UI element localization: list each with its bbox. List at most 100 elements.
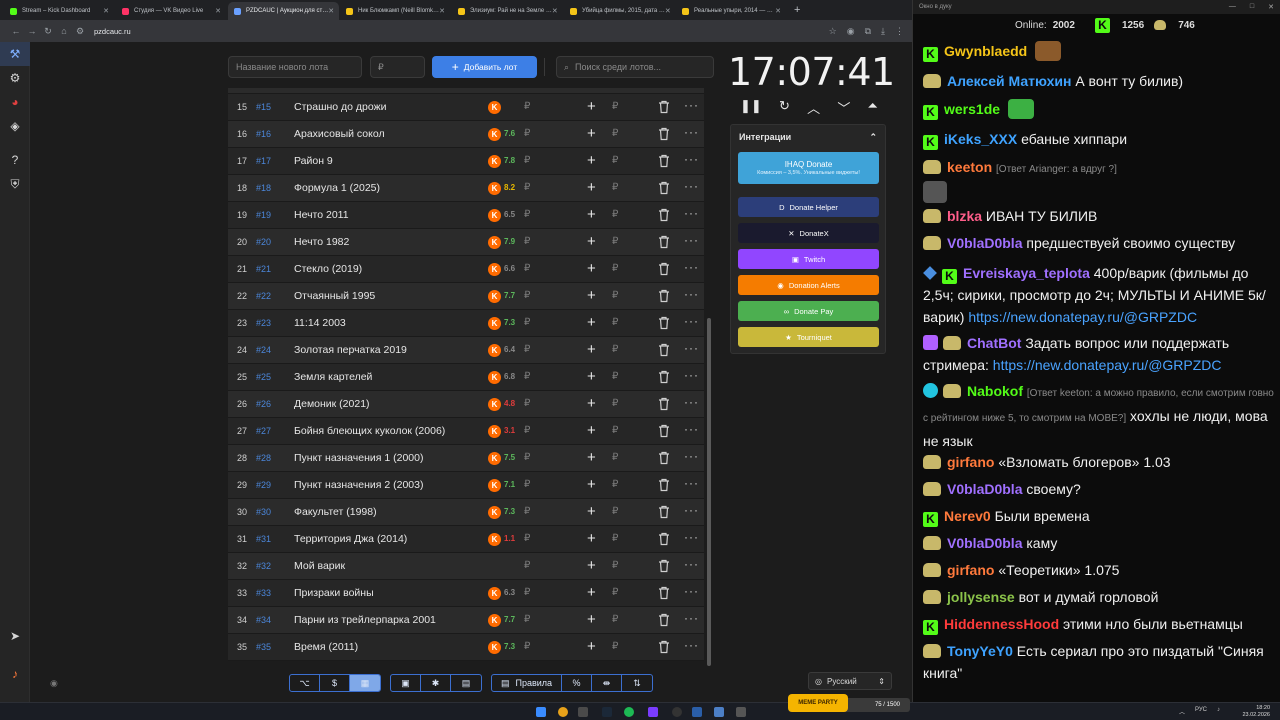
chat-username[interactable]: jollysense (947, 589, 1015, 605)
chart-wheel-icon[interactable]: ◕ (0, 90, 30, 114)
app3-icon[interactable] (714, 707, 724, 717)
more-options-icon[interactable]: ··· (684, 341, 699, 355)
telegram-icon[interactable]: ➤ (0, 624, 30, 648)
double-time-icon[interactable]: ⏶ (868, 98, 878, 117)
kinopoisk-icon[interactable]: K (488, 290, 501, 303)
kinopoisk-icon[interactable]: K (488, 182, 501, 195)
lot-id[interactable]: #33 (256, 588, 294, 598)
lot-row[interactable]: 19 #19 Нечто 2011 K 6.5 ₽ + ₽ ··· (228, 202, 704, 229)
add-amount-icon[interactable]: + (587, 125, 596, 142)
chat-username[interactable]: V0blaD0bla (947, 481, 1022, 497)
delete-icon[interactable] (658, 289, 670, 303)
new-tab-icon[interactable]: + (788, 4, 806, 16)
add-amount-icon[interactable]: + (587, 557, 596, 574)
kinopoisk-icon[interactable]: K (488, 587, 501, 600)
chat-link[interactable]: https://new.donatepay.ru/@GRPZDC (993, 357, 1222, 373)
menu-icon[interactable]: ⋮ (895, 26, 904, 37)
lot-row[interactable]: 35 #35 Время (2011) K 7.3 ₽ + ₽ ··· (228, 634, 704, 661)
amount-input[interactable]: ₽ (612, 344, 618, 355)
browser-tab[interactable]: Stream – Kick Dashboard ✕ (4, 2, 115, 20)
amount-input[interactable]: ₽ (612, 398, 618, 409)
add-amount-icon[interactable]: + (587, 179, 596, 196)
amount-input[interactable]: ₽ (612, 560, 618, 571)
save-icon[interactable]: ▣ (391, 675, 421, 691)
chrome-icon[interactable] (558, 707, 568, 717)
more-options-icon[interactable]: ··· (684, 476, 699, 490)
add-amount-icon[interactable]: + (587, 341, 596, 358)
app-icon[interactable] (648, 707, 658, 717)
amount-input[interactable]: ₽ (612, 290, 618, 301)
kinopoisk-icon[interactable]: K (488, 155, 501, 168)
lot-id[interactable]: #35 (256, 642, 294, 652)
lot-id[interactable]: #20 (256, 237, 294, 247)
delete-icon[interactable] (658, 559, 670, 573)
close-tab-icon[interactable]: ✕ (328, 7, 334, 15)
amount-input[interactable]: ₽ (612, 317, 618, 328)
add-amount-icon[interactable]: + (587, 638, 596, 655)
lot-id[interactable]: #29 (256, 480, 294, 490)
add-amount-icon[interactable]: + (587, 476, 596, 493)
chat-username[interactable]: TonyYeY0 (947, 643, 1013, 659)
close-tab-icon[interactable]: ✕ (439, 7, 445, 15)
delete-icon[interactable] (658, 262, 670, 276)
amount-input[interactable]: ₽ (612, 641, 618, 652)
lot-name[interactable]: Отчаянный 1995 (294, 290, 484, 302)
amount-input[interactable]: ₽ (612, 371, 618, 382)
explorer-icon[interactable] (578, 707, 588, 717)
delete-icon[interactable] (658, 505, 670, 519)
chat-username[interactable]: iKeks_XXX (944, 131, 1017, 147)
language-select[interactable]: ◎ Русский ⇕ (808, 672, 892, 690)
lot-id[interactable]: #18 (256, 183, 294, 193)
lot-name[interactable]: Нечто 2011 (294, 209, 484, 221)
lot-name[interactable]: Демоник (2021) (294, 398, 484, 410)
auction-icon[interactable]: ⚒ (0, 42, 30, 66)
percent-icon[interactable]: % (562, 675, 592, 691)
chat-username[interactable]: HiddennessHood (944, 616, 1059, 632)
add-amount-icon[interactable]: + (587, 98, 596, 115)
tray-lang[interactable]: РУС (1195, 707, 1207, 716)
clock[interactable]: 18:20 23.02.2026 (1242, 705, 1270, 719)
kinopoisk-icon[interactable]: K (488, 614, 501, 627)
lot-row[interactable]: 21 #21 Стекло (2019) K 6.6 ₽ + ₽ ··· (228, 256, 704, 283)
lot-name[interactable]: Арахисовый сокол (294, 128, 484, 140)
add-amount-icon[interactable]: + (587, 152, 596, 169)
lot-name[interactable]: Мой варик (294, 560, 484, 572)
maximize-icon[interactable]: □ (1250, 3, 1254, 11)
delete-icon[interactable] (658, 100, 670, 114)
sort-icon[interactable]: ⇅ (622, 675, 652, 691)
kinopoisk-icon[interactable]: K (488, 263, 501, 276)
bug-icon[interactable]: ✱ (421, 675, 451, 691)
amount-input[interactable]: ₽ (612, 452, 618, 463)
subtract-time-icon[interactable]: ﹀ (837, 98, 850, 117)
more-options-icon[interactable]: ··· (684, 395, 699, 409)
lot-row[interactable]: 18 #18 Формула 1 (2025) K 8.2 ₽ + ₽ ··· (228, 175, 704, 202)
add-amount-icon[interactable]: + (587, 206, 596, 223)
amount-input[interactable]: ₽ (612, 614, 618, 625)
lot-id[interactable]: #26 (256, 399, 294, 409)
kinopoisk-icon[interactable]: K (488, 641, 501, 654)
browser-tab[interactable]: Убийца филмы, 2015, дата … ✕ (564, 2, 675, 20)
site-info-icon[interactable]: ⚙ (72, 26, 88, 37)
lot-row[interactable]: 27 #27 Бойня блеющих куколок (2006) K 3.1 ₽ + ₽… (228, 418, 704, 445)
forward-icon[interactable]: → (24, 26, 40, 36)
chat-username[interactable]: V0blaD0bla (947, 535, 1022, 551)
lot-row[interactable]: 26 #26 Демоник (2021) K 4.8 ₽ + ₽ ··· (228, 391, 704, 418)
lot-id[interactable]: #24 (256, 345, 294, 355)
integration-button[interactable]: ✕ DonateX (738, 223, 879, 243)
close-tab-icon[interactable]: ✕ (665, 7, 671, 15)
lot-row[interactable]: 34 #34 Парни из трейлерпарка 2001 K 7.7 ₽ + ₽ ··… (228, 607, 704, 634)
amount-input[interactable]: ₽ (612, 209, 618, 220)
github-icon[interactable]: ⌥ (290, 675, 320, 691)
lot-name[interactable]: Страшно до дрожи (294, 101, 484, 113)
browser-tab[interactable]: PZDCAUC | Аукцион для ст… ✕ (228, 2, 339, 20)
kinopoisk-icon[interactable]: K (488, 371, 501, 384)
volume-icon[interactable]: ♪ (1217, 707, 1220, 716)
kinopoisk-icon[interactable]: K (488, 506, 501, 519)
close-icon[interactable]: ✕ (1268, 3, 1274, 11)
obs-icon[interactable] (672, 707, 682, 717)
more-options-icon[interactable]: ··· (684, 125, 699, 139)
chat-username[interactable]: V0blaD0bla (947, 235, 1022, 251)
add-amount-icon[interactable]: + (587, 287, 596, 304)
delete-icon[interactable] (658, 316, 670, 330)
lot-row[interactable]: 23 #23 11:14 2003 K 7.3 ₽ + ₽ ··· (228, 310, 704, 337)
